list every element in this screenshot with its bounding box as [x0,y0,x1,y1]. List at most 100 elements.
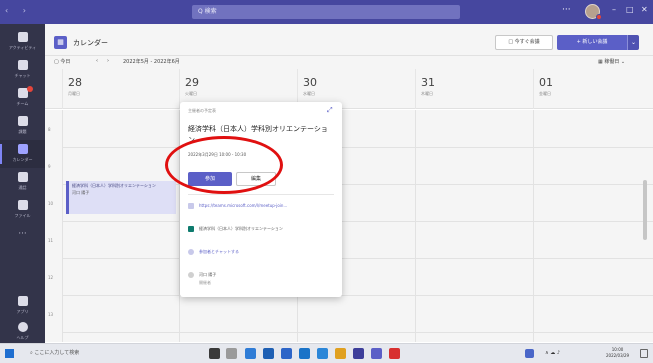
grid-line [62,258,653,259]
grid-line [62,221,653,222]
rail-item-chat[interactable]: チャット [0,56,45,84]
organizer-name: 河口 陽子 [199,272,217,277]
files-icon [17,200,28,210]
more-options-icon[interactable]: ··· [562,5,571,15]
more-icon: ··· [18,229,27,239]
notification-center-icon[interactable] [640,349,648,358]
mail-icon[interactable] [263,348,274,359]
bell-icon [17,32,28,42]
calendar-icon [17,144,28,154]
today-button[interactable]: ▢ 今日 [54,58,70,65]
file-explorer-icon[interactable] [281,348,292,359]
day-headers: 28 月曜日 29 火曜日 30 水曜日 31 木曜日 01 金曜日 [45,69,653,109]
channel-name: 経済学科（日本人）学科別オリエンテーション [199,226,283,231]
apps-icon [17,296,28,306]
event-details-popup: 主催者の予定表 ⤢ 経済学科（日本人）学科別オリエンテーション 2022年3月2… [180,102,342,297]
calendar-toolbar: ▢ 今日 ‹ › 2022年5月 - 2022年6月 ▦ 稼働日 ⌄ [45,56,653,69]
rail-item-activity[interactable]: アクティビティ [0,28,45,56]
prev-week-button[interactable]: ‹ [96,58,98,64]
day-header[interactable]: 01 金曜日 [533,69,653,109]
taskbar-clock[interactable]: 10:00 2022/03/29 [606,347,629,359]
chrome-icon[interactable] [335,348,346,359]
task-view-icon[interactable] [226,348,237,359]
history-nav-arrows[interactable]: ‹ › [5,6,32,15]
assignments-icon [17,116,28,126]
view-selector[interactable]: ▦ 稼働日 ⌄ [598,58,625,65]
organizer-role: 開催者 [199,280,211,285]
taskbar: ⌕ ここに入力して検索 ∧ ☁ ♪ 10:00 2022/03/29 [0,343,653,363]
teams-taskbar-icon[interactable] [371,348,382,359]
office-icon[interactable] [389,348,400,359]
vertical-scrollbar[interactable] [643,180,647,240]
notification-badge [27,86,33,92]
hour-label: 12 [48,275,54,280]
divider [188,194,334,195]
new-meeting-button[interactable]: + 新しい会議 [557,35,627,50]
grid-line [62,110,63,342]
app-icon[interactable] [353,348,364,359]
grid-line [62,295,653,296]
rail-item-more[interactable]: ··· [0,224,45,252]
hour-label: 8 [48,127,51,132]
rail-item-calendar[interactable]: カレンダー [0,140,45,168]
grid-line [415,110,416,342]
page-title: カレンダー [73,39,108,47]
event-organizer: 河口 陽子 [72,190,90,195]
date-range-picker[interactable]: 2022年5月 - 2022年6月 [123,58,180,65]
rail-item-calls[interactable]: 通話 [0,168,45,196]
next-week-button[interactable]: › [107,58,109,64]
windows-start-icon[interactable] [5,349,14,358]
day-header[interactable]: 31 木曜日 [415,69,533,109]
meeting-link[interactable]: https://teams.microsoft.com/l/meetup-joi… [199,203,287,208]
chat-icon [17,60,28,70]
ie-icon[interactable] [317,348,328,359]
rail-item-teams[interactable]: チーム [0,84,45,112]
rail-item-apps[interactable]: アプリ [0,292,45,320]
teams-icon [17,88,28,98]
chevron-left-icon: ‹ [96,58,98,64]
popup-subtitle: 主催者の予定表 [188,108,216,113]
rail-item-help[interactable]: ヘルプ [0,318,45,346]
minimize-button[interactable]: – [612,5,616,14]
rail-item-assignments[interactable]: 課題 [0,112,45,140]
calendar-app-icon: ▦ [54,36,67,49]
title-bar: ‹ › Q 検索 ··· – □ ✕ [0,0,653,24]
event-title: 経済学科（日本人）学科別オリエンテーション [72,183,156,188]
phone-icon [17,172,28,182]
hour-label: 11 [48,238,54,243]
day-header[interactable]: 28 月曜日 [62,69,179,109]
store-icon[interactable] [299,348,310,359]
people-icon[interactable] [525,349,534,358]
cortana-icon[interactable] [209,348,220,359]
taskbar-search[interactable]: ⌕ ここに入力して検索 [26,347,186,360]
hour-label: 10 [48,201,54,206]
new-meeting-dropdown[interactable]: ⌄ [627,35,639,50]
channel-icon [188,226,194,232]
hour-label: 13 [48,312,54,317]
chevron-right-icon: › [107,58,109,64]
grid-line [533,110,534,342]
edge-icon[interactable] [245,348,256,359]
search-input[interactable]: Q 検索 [192,5,460,19]
grid-line [62,332,653,333]
meeting-link-row[interactable]: https://teams.microsoft.com/l/meetup-joi… [188,203,287,209]
channel-row[interactable]: 経済学科（日本人）学科別オリエンテーション [188,226,334,232]
chat-with-participants-link[interactable]: 参加者とチャットする [199,249,239,254]
chat-row[interactable]: 参加者とチャットする [188,249,239,255]
chat-icon [188,249,194,255]
meet-now-button[interactable]: □ 今すぐ会議 [495,35,553,50]
chevron-down-icon: ⌄ [630,39,637,46]
annotation-circle [165,136,283,194]
app-bar: アクティビティ チャット チーム 課題 カレンダー 通話 ファイル ··· アプ… [0,24,45,343]
calendar-event[interactable]: 経済学科（日本人）学科別オリエンテーション 河口 陽子 [66,181,176,214]
calendar-grid[interactable]: 8 9 10 11 12 13 [45,110,653,342]
person-icon [188,272,194,278]
expand-icon[interactable]: ⤢ [327,106,333,115]
link-icon [188,203,194,209]
system-tray[interactable]: ∧ ☁ ♪ [545,350,560,356]
maximize-button[interactable]: □ [626,5,634,14]
close-button[interactable]: ✕ [641,5,648,14]
presence-status-icon [596,14,602,20]
help-icon [17,322,28,332]
rail-item-files[interactable]: ファイル [0,196,45,224]
